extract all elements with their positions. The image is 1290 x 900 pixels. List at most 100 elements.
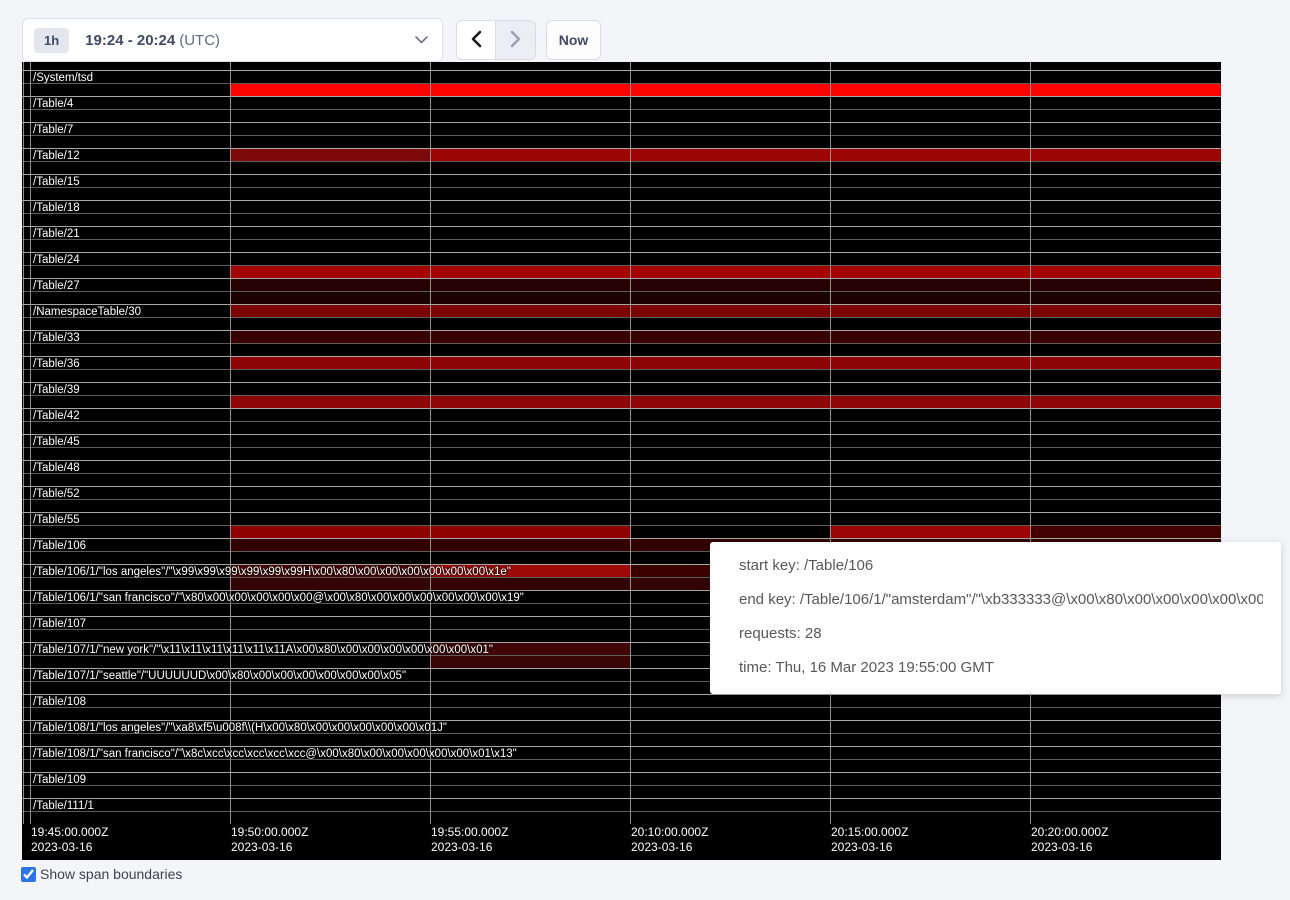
heat-band xyxy=(230,149,430,161)
span-boundary-line xyxy=(22,434,1221,435)
time-axis-label: 19:45:00.000Z2023-03-16 xyxy=(31,825,108,855)
span-boundary-line xyxy=(22,200,1221,201)
span-label: /Table/108/1/"los angeles"/"\xa8\xf5\u00… xyxy=(33,722,447,734)
show-span-boundaries-label: Show span boundaries xyxy=(40,866,182,882)
now-button[interactable]: Now xyxy=(546,20,601,60)
span-boundary-line xyxy=(22,96,1221,97)
span-boundary-line xyxy=(22,408,1221,409)
span-boundary-line xyxy=(22,746,1221,747)
time-nav-group xyxy=(456,20,536,60)
heat-band xyxy=(430,656,630,668)
span-boundary-line xyxy=(22,798,1221,799)
heat-band xyxy=(230,279,1221,291)
span-boundary-line xyxy=(22,265,1221,266)
tooltip-requests: requests: 28 xyxy=(739,617,1263,651)
heat-band xyxy=(230,84,1221,96)
span-label: /Table/48 xyxy=(33,462,80,474)
span-label: /Table/39 xyxy=(33,384,80,396)
time-range-select[interactable]: 1h 19:24 - 20:24(UTC) xyxy=(22,18,443,62)
chevron-left-icon xyxy=(471,30,482,51)
show-span-boundaries-checkbox[interactable] xyxy=(21,867,36,882)
span-label: /Table/106/1/"los angeles"/"\x99\x99\x99… xyxy=(33,566,511,578)
chevron-right-icon xyxy=(510,30,521,51)
span-label: /Table/4 xyxy=(33,98,73,110)
span-boundary-line xyxy=(22,525,1221,526)
span-label: /Table/106/1/"san francisco"/"\x80\x00\x… xyxy=(33,592,524,604)
span-boundary-line xyxy=(22,252,1221,253)
heat-band xyxy=(230,305,1221,317)
span-boundary-line xyxy=(22,122,1221,123)
span-boundary-line xyxy=(22,538,1221,539)
time-gridline xyxy=(230,62,231,824)
time-range-timezone: (UTC) xyxy=(179,32,220,49)
span-boundary-line xyxy=(22,720,1221,721)
heat-band xyxy=(230,292,1221,304)
time-gridline xyxy=(1030,62,1031,824)
heat-band xyxy=(430,149,1221,161)
span-label: /Table/42 xyxy=(33,410,80,422)
span-boundary-line xyxy=(22,486,1221,487)
prev-time-button[interactable] xyxy=(456,20,496,60)
span-boundary-line xyxy=(22,213,1221,214)
time-axis-label: 20:10:00.000Z2023-03-16 xyxy=(631,825,708,855)
span-label: /Table/15 xyxy=(33,176,80,188)
span-label: /Table/33 xyxy=(33,332,80,344)
span-label: /Table/108/1/"san francisco"/"\x8c\xcc\x… xyxy=(33,748,517,760)
span-label: /System/tsd xyxy=(33,72,93,84)
span-label: /Table/18 xyxy=(33,202,80,214)
span-boundary-line xyxy=(22,395,1221,396)
span-label: /Table/7 xyxy=(33,124,73,136)
span-boundary-line xyxy=(22,226,1221,227)
span-boundary-line xyxy=(22,694,1221,695)
time-axis-label: 20:20:00.000Z2023-03-16 xyxy=(1031,825,1108,855)
heat-band xyxy=(230,331,1221,343)
span-boundary-line xyxy=(22,304,1221,305)
span-boundary-line xyxy=(22,369,1221,370)
span-boundary-line xyxy=(22,330,1221,331)
span-boundary-line xyxy=(22,70,1221,71)
duration-badge: 1h xyxy=(34,28,69,53)
span-boundary-line xyxy=(22,343,1221,344)
span-boundary-line xyxy=(22,473,1221,474)
heat-band xyxy=(1030,526,1221,538)
span-boundary-line xyxy=(22,512,1221,513)
span-boundary-line xyxy=(22,499,1221,500)
span-boundary-line xyxy=(22,239,1221,240)
span-label: /Table/107/1/"seattle"/"UUUUUUD\x00\x80\… xyxy=(33,670,406,682)
span-label: /Table/27 xyxy=(33,280,80,292)
span-boundary-line xyxy=(22,785,1221,786)
span-boundary-line xyxy=(22,291,1221,292)
span-label: /Table/21 xyxy=(33,228,80,240)
span-boundary-line xyxy=(22,278,1221,279)
span-boundary-line xyxy=(22,135,1221,136)
canvas-edge-line xyxy=(23,62,24,824)
span-boundary-line xyxy=(22,707,1221,708)
time-axis-label: 20:15:00.000Z2023-03-16 xyxy=(831,825,908,855)
span-label: /Table/106 xyxy=(33,540,86,552)
next-time-button[interactable] xyxy=(496,20,536,60)
show-span-boundaries-control: Show span boundaries xyxy=(21,866,182,882)
time-axis-label: 19:55:00.000Z2023-03-16 xyxy=(431,825,508,855)
span-label: /Table/45 xyxy=(33,436,80,448)
span-label: /Table/107 xyxy=(33,618,86,630)
time-gridline xyxy=(830,62,831,824)
heat-band xyxy=(230,266,1221,278)
span-label: /Table/55 xyxy=(33,514,80,526)
chevron-down-icon xyxy=(415,36,428,44)
span-label: /Table/108 xyxy=(33,696,86,708)
span-label: /Table/107/1/"new york"/"\x11\x11\x11\x1… xyxy=(33,644,493,656)
heat-band xyxy=(830,526,1030,538)
key-visualizer-canvas[interactable]: /System/tsd/Table/4/Table/7/Table/12/Tab… xyxy=(22,62,1221,860)
span-boundary-line xyxy=(22,187,1221,188)
span-label: /NamespaceTable/30 xyxy=(33,306,141,318)
heat-band xyxy=(230,396,1221,408)
span-label: /Table/24 xyxy=(33,254,80,266)
span-boundary-line xyxy=(22,161,1221,162)
span-boundary-line xyxy=(22,447,1221,448)
time-gridline xyxy=(630,62,631,824)
span-boundary-line xyxy=(22,460,1221,461)
tooltip-time: time: Thu, 16 Mar 2023 19:55:00 GMT xyxy=(739,651,1263,685)
span-boundary-line xyxy=(22,174,1221,175)
time-gridline xyxy=(30,62,31,824)
time-axis-label: 19:50:00.000Z2023-03-16 xyxy=(231,825,308,855)
